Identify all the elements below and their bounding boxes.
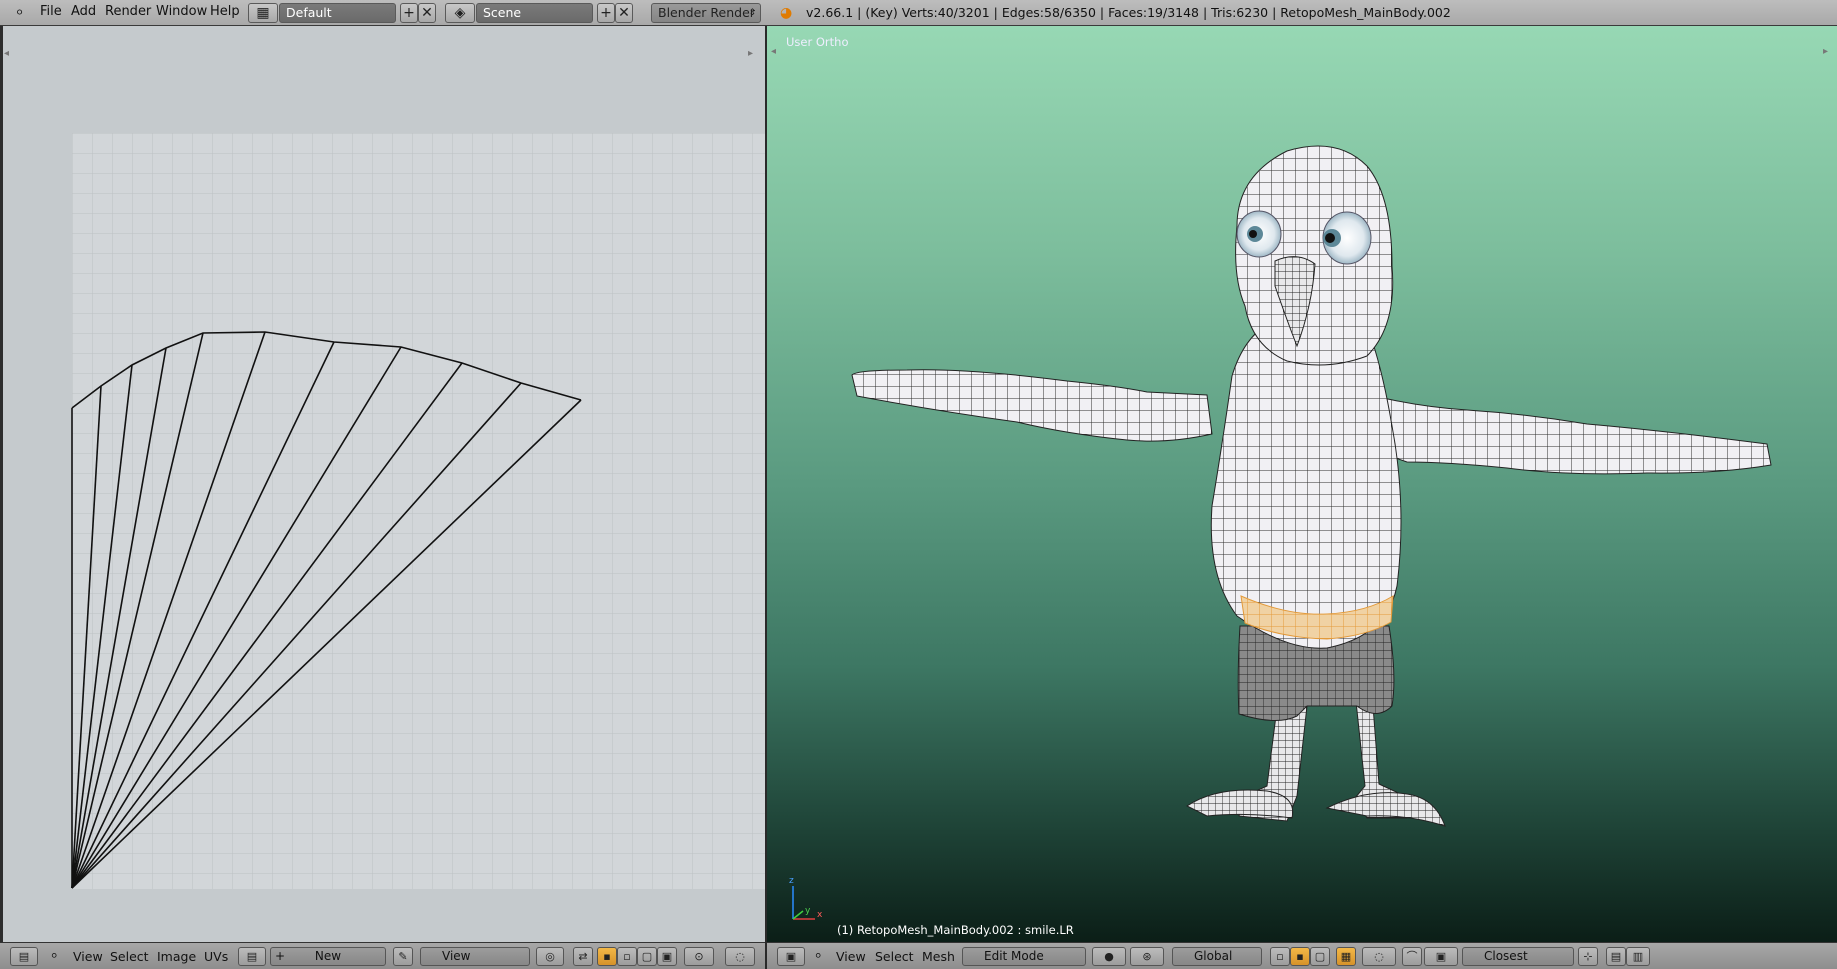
view-toggle-icon[interactable]: ⚪: [50, 951, 58, 962]
area-split-corner-icon[interactable]: ▸: [1823, 46, 1835, 58]
axis-gizmo: [792, 886, 815, 920]
area-split-corner-icon[interactable]: ▸: [748, 48, 760, 60]
menu-mesh[interactable]: Mesh: [922, 949, 955, 964]
render-animation-icon[interactable]: ▥: [1626, 947, 1650, 966]
viewport-shading-icon[interactable]: ●: [1092, 947, 1126, 966]
view-mode-label: View: [442, 949, 471, 963]
sync-selection-icon[interactable]: ⇄: [573, 947, 593, 966]
snap-target-label: Closest: [1484, 949, 1528, 963]
image-browse-button[interactable]: ▤: [238, 947, 266, 966]
view-label: User Ortho: [786, 35, 849, 49]
menu-image[interactable]: Image: [157, 949, 196, 964]
menu-view[interactable]: View: [836, 949, 866, 964]
active-object-label: (1) RetopoMesh_MainBody.002 : smile.LR: [837, 923, 1074, 937]
pivot-icon[interactable]: ◎: [536, 947, 564, 966]
mode-label: Edit Mode: [984, 949, 1044, 963]
right-foot-mesh[interactable]: [1325, 792, 1446, 827]
view-toggle-icon[interactable]: ⚪: [814, 951, 822, 962]
blender-logo-icon: ◕: [780, 5, 793, 21]
uv-image-editor[interactable]: ◂ ▸: [0, 26, 765, 942]
viewport-scene[interactable]: [767, 26, 1837, 942]
pin-icon[interactable]: ✎: [393, 947, 413, 966]
snap-target-dropdown[interactable]: Closest: [1462, 947, 1574, 966]
info-header: ⚪ File Add Render Window Help ▦ Default …: [0, 0, 1837, 26]
add-screen-button[interactable]: +: [400, 3, 418, 23]
dropdown-arrows-icon: ⇕: [748, 8, 756, 18]
left-pupil: [1249, 230, 1257, 238]
menu-uvs[interactable]: UVs: [204, 949, 228, 964]
scene-statistics: v2.66.1 | (Key) Verts:40/3201 | Edges:58…: [806, 5, 1451, 20]
proportional-edit-icon[interactable]: ◌: [725, 947, 755, 966]
area-border: [0, 26, 3, 942]
3d-viewport[interactable]: y x z User Ortho (1) RetopoMesh_MainBody…: [767, 26, 1837, 942]
remove-screen-button[interactable]: ✕: [418, 3, 436, 23]
bird-model[interactable]: [851, 145, 1772, 827]
snap-align-icon[interactable]: ⊹: [1578, 947, 1598, 966]
left-wing-mesh[interactable]: [851, 369, 1213, 442]
uv-canvas[interactable]: [0, 26, 765, 942]
sticky-selection-icon[interactable]: ⊙: [684, 947, 714, 966]
editor-type-button[interactable]: ▣: [777, 947, 805, 966]
edge-select-icon[interactable]: ▪: [1290, 947, 1310, 966]
scene-icon[interactable]: ◈: [445, 3, 475, 23]
area-split-corner-icon[interactable]: ◂: [4, 48, 16, 60]
axis-x-label: x: [817, 910, 823, 920]
menu-select[interactable]: Select: [875, 949, 914, 964]
screen-layout-field[interactable]: Default: [279, 3, 396, 23]
menu-render[interactable]: Render: [105, 4, 151, 19]
add-scene-button[interactable]: +: [597, 3, 615, 23]
screen-layout-icon[interactable]: ▦: [248, 3, 278, 23]
proportional-edit-icon[interactable]: ◌: [1362, 947, 1396, 966]
island-select-icon[interactable]: ▣: [657, 947, 677, 966]
pivot-point-icon[interactable]: ⊛: [1130, 947, 1164, 966]
render-preview-icon[interactable]: ▤: [1606, 947, 1626, 966]
menu-help[interactable]: Help: [210, 4, 240, 19]
axis-y-label: y: [805, 906, 811, 916]
transform-orientation-dropdown[interactable]: Global: [1172, 947, 1262, 966]
view-mode-dropdown[interactable]: View: [420, 947, 530, 966]
menu-window[interactable]: Window: [156, 4, 207, 19]
vertex-select-icon[interactable]: ▫: [1270, 947, 1290, 966]
left-foot-mesh[interactable]: [1186, 789, 1294, 819]
menu-file[interactable]: File: [40, 4, 62, 19]
menu-view[interactable]: View: [73, 949, 103, 964]
new-image-button[interactable]: + New: [270, 947, 386, 966]
area-split-corner-icon[interactable]: ◂: [771, 46, 783, 58]
editor-type-button[interactable]: ▤: [10, 947, 38, 966]
menu-add[interactable]: Add: [71, 4, 96, 19]
menu-select[interactable]: Select: [110, 949, 149, 964]
edge-select-icon[interactable]: ▫: [617, 947, 637, 966]
axis-z-label: z: [789, 876, 794, 886]
vertex-select-icon[interactable]: ▪: [597, 947, 617, 966]
scene-field[interactable]: Scene: [476, 3, 593, 23]
editor-type-icon[interactable]: ⚪: [15, 6, 24, 19]
render-engine-label: Blender Render: [658, 5, 755, 20]
face-select-icon[interactable]: ▢: [637, 947, 657, 966]
face-select-icon[interactable]: ▢: [1310, 947, 1330, 966]
render-engine-dropdown[interactable]: Blender Render ⇕: [651, 3, 761, 23]
remove-scene-button[interactable]: ✕: [615, 3, 633, 23]
plus-icon: +: [275, 949, 286, 963]
new-image-label: New: [314, 949, 342, 963]
uv-editor-header: ▤ ⚪ View Select Image UVs ▤ + New ✎ View…: [0, 942, 765, 969]
mode-dropdown[interactable]: Edit Mode: [962, 947, 1086, 966]
uv-grid: [72, 133, 765, 889]
limit-to-visible-icon[interactable]: ▦: [1336, 947, 1356, 966]
snap-toggle-icon[interactable]: ⌒: [1402, 947, 1422, 966]
right-pupil: [1325, 233, 1335, 243]
3d-viewport-header: ▣ ⚪ View Select Mesh Edit Mode ● ⊛ Globa…: [767, 942, 1837, 969]
orientation-label: Global: [1194, 949, 1233, 963]
right-wing-mesh[interactable]: [1346, 390, 1772, 475]
snap-element-icon[interactable]: ▣: [1424, 947, 1458, 966]
